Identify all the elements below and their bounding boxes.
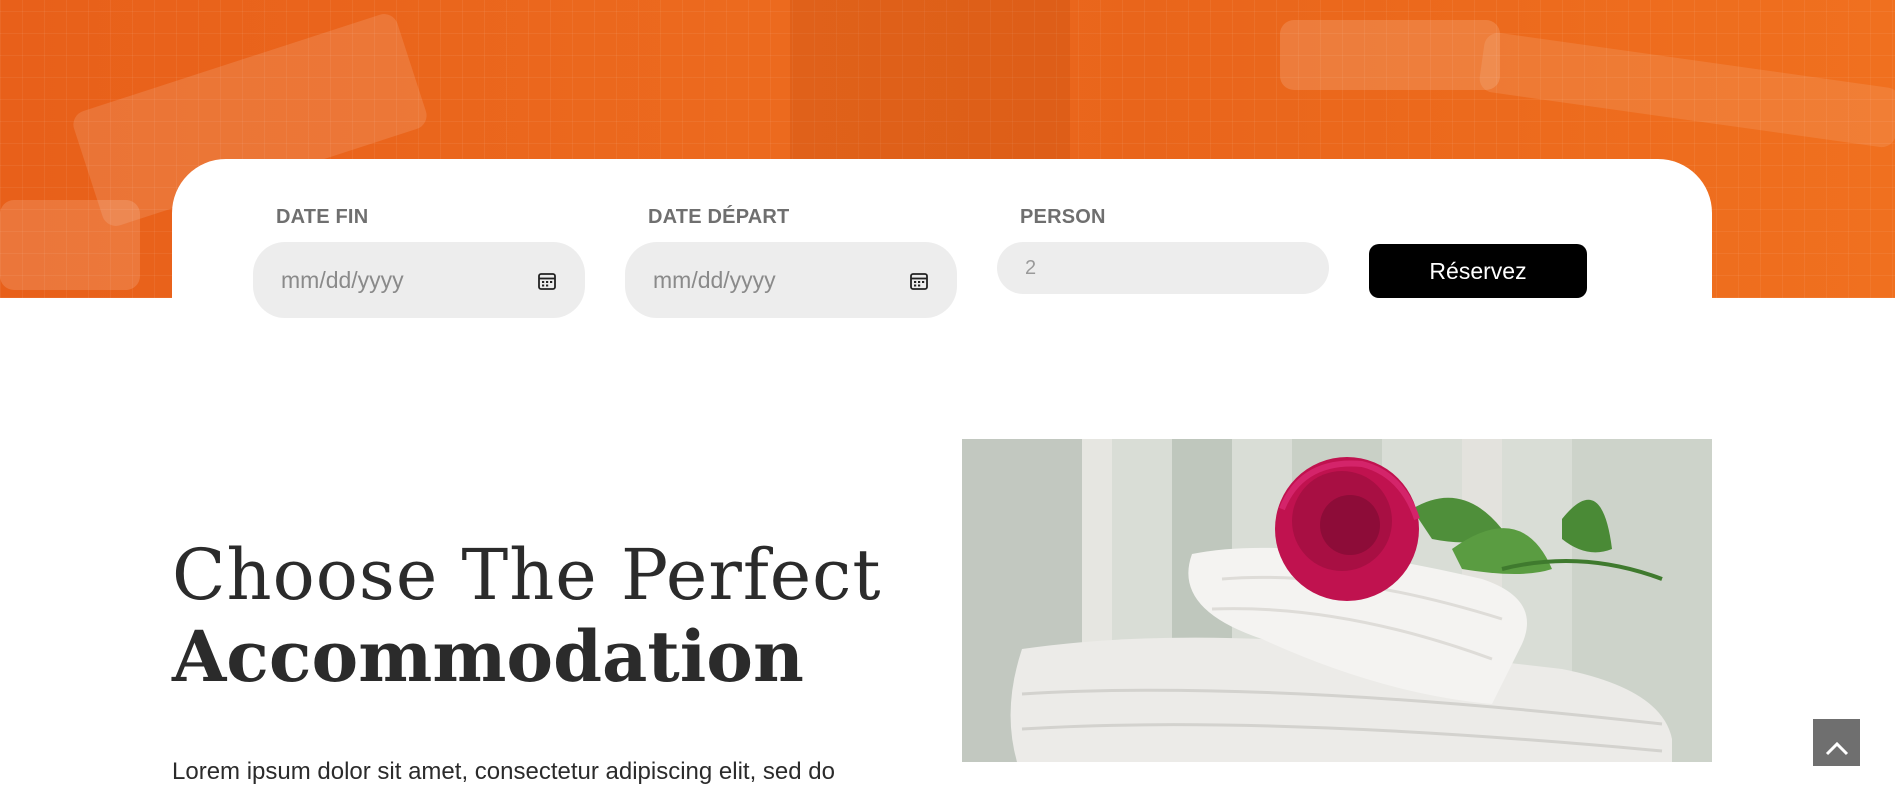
person-label: PERSON	[1020, 206, 1106, 228]
date-depart-input[interactable]: mm/dd/yyyy	[625, 242, 957, 318]
reserve-button[interactable]: Réservez	[1369, 244, 1587, 298]
calendar-icon[interactable]	[537, 270, 557, 290]
date-depart-placeholder: mm/dd/yyyy	[653, 266, 776, 293]
hero-decor	[1280, 20, 1500, 90]
hero-decor	[790, 0, 1070, 180]
section-body-text: Lorem ipsum dolor sit amet, consectetur …	[172, 758, 835, 785]
scroll-to-top-button[interactable]	[1813, 719, 1860, 766]
date-fin-input[interactable]: mm/dd/yyyy	[253, 242, 585, 318]
hero-decor	[1477, 31, 1895, 149]
section-title: Choose The Perfect Accommodation	[172, 534, 882, 698]
rose-towel-photo	[962, 439, 1712, 762]
date-fin-placeholder: mm/dd/yyyy	[281, 266, 404, 293]
person-value: 2	[1025, 256, 1037, 279]
calendar-icon[interactable]	[909, 270, 929, 290]
date-fin-label: DATE FIN	[276, 206, 369, 228]
section-title-line1: Choose The Perfect	[172, 534, 882, 616]
date-depart-label: DATE DÉPART	[648, 206, 790, 228]
person-input[interactable]: 2	[997, 242, 1329, 294]
hero-decor	[0, 200, 140, 290]
section-title-line2: Accommodation	[172, 615, 804, 698]
chevron-up-icon	[1824, 739, 1850, 762]
